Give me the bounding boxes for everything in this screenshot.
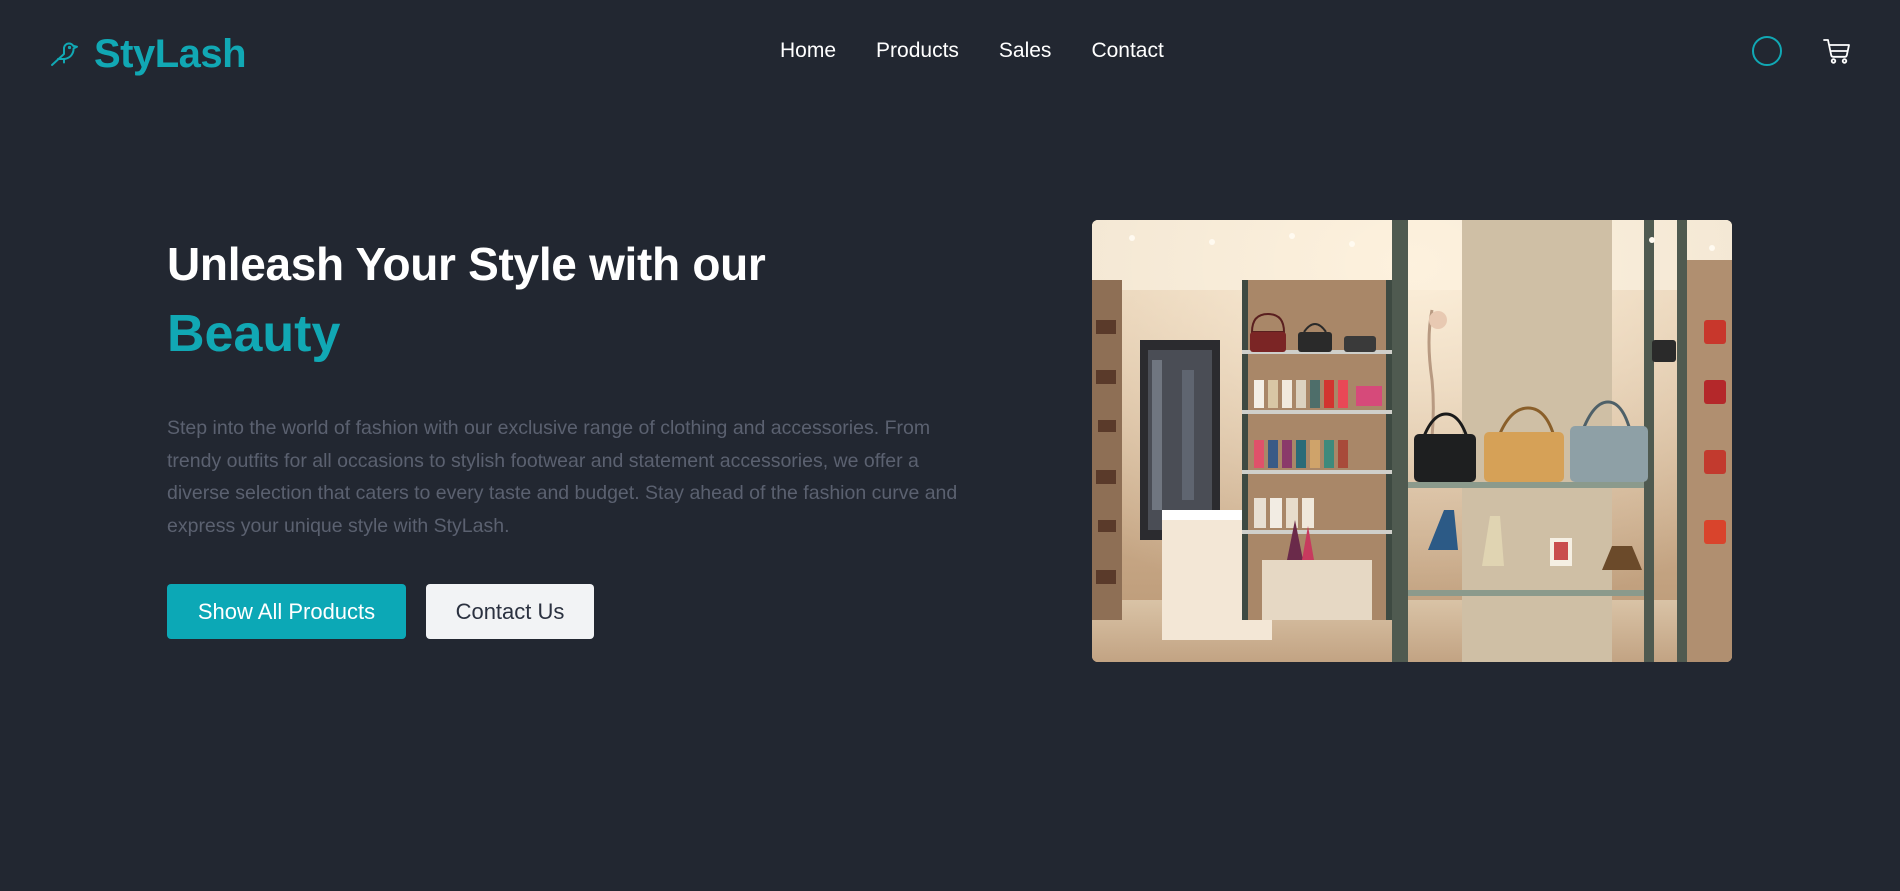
nav-item-home[interactable]: Home [780,38,836,64]
shopping-cart-icon[interactable] [1822,36,1852,66]
brand-link[interactable]: StyLash [48,30,247,78]
site-header: StyLash Home Products Sales Contact [0,0,1900,102]
hero-description: Step into the world of fashion with our … [167,417,958,537]
hero-headline: Unleash Your Style with our [167,238,766,290]
header-actions [1700,34,1900,68]
brand-name: StyLash [94,32,247,76]
show-all-products-button[interactable]: Show All Products [167,584,406,639]
contact-us-button[interactable]: Contact Us [426,584,594,639]
nav-item-contact[interactable]: Contact [1091,38,1163,64]
hero-buttons: Show All Products Contact Us [167,584,997,639]
user-circle-icon[interactable] [1752,36,1782,66]
nav-item-sales[interactable]: Sales [999,38,1052,64]
nav-item-products[interactable]: Products [876,38,959,64]
hero-headline-accent: Beauty [167,305,341,363]
main-nav: Home Products Sales Contact [780,38,1164,64]
store-interior-image [1092,220,1732,662]
hero-section: Unleash Your Style with our Beauty Step … [167,232,997,639]
bird-icon [51,42,78,66]
